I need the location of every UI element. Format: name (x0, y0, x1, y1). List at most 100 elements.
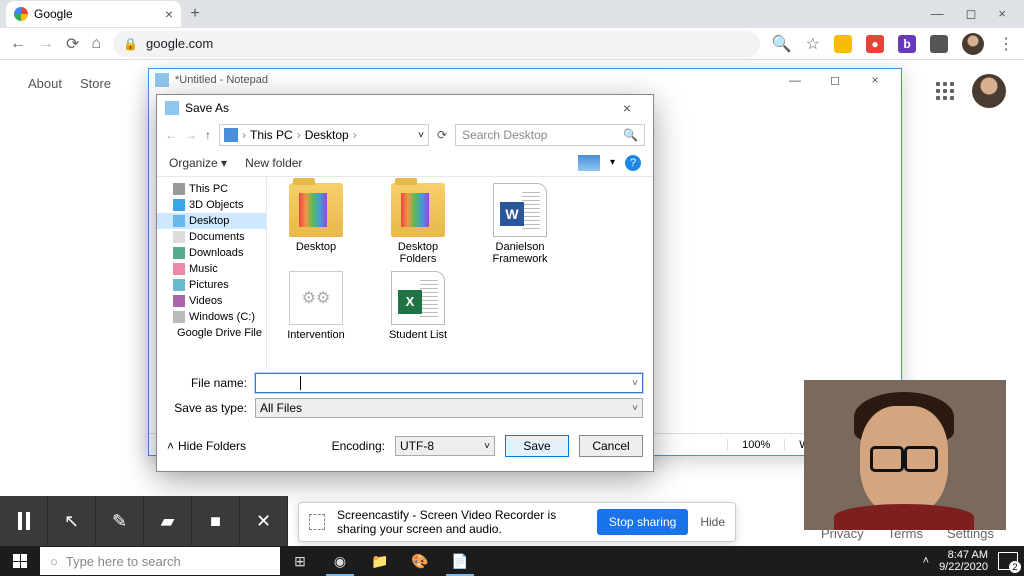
store-link[interactable]: Store (80, 76, 111, 91)
save-as-titlebar[interactable]: Save As × (157, 95, 653, 121)
save-button[interactable]: Save (505, 435, 569, 457)
notepad-titlebar[interactable]: *Untitled - Notepad — ◻ × (149, 69, 901, 91)
screenshare-icon (309, 514, 325, 530)
tray-chevron-icon[interactable]: ˄ (923, 555, 929, 567)
dialog-close-button[interactable]: × (609, 100, 645, 116)
text-cursor-icon (300, 376, 301, 390)
tree-windows-c[interactable]: Windows (C:) (157, 309, 266, 325)
minimize-icon[interactable]: — (931, 6, 944, 22)
screen-share-bar: Screencastify - Screen Video Recorder is… (298, 502, 736, 542)
close-tab-icon[interactable]: × (165, 6, 173, 22)
browser-tab[interactable]: Google × (6, 1, 181, 27)
encoding-select[interactable]: UTF-8˅ (395, 436, 495, 456)
videos-icon (173, 295, 185, 307)
home-button[interactable]: ⌂ (91, 35, 101, 53)
file-item[interactable]: Intervention (277, 271, 355, 341)
eraser-tool-button[interactable]: ▰ (144, 496, 192, 546)
about-link[interactable]: About (28, 76, 62, 91)
webcam-overlay[interactable] (804, 380, 1006, 530)
tree-3d-objects[interactable]: 3D Objects (157, 197, 266, 213)
profile-avatar-icon[interactable] (962, 33, 984, 55)
file-item[interactable]: XStudent List (379, 271, 457, 341)
back-button[interactable]: ← (10, 35, 26, 53)
tree-pictures[interactable]: Pictures (157, 277, 266, 293)
tree-desktop[interactable]: Desktop (157, 213, 266, 229)
tab-title: Google (34, 7, 73, 21)
hide-folders-button[interactable]: ˄Hide Folders (167, 439, 246, 453)
task-view-button[interactable]: ⊞ (280, 546, 320, 576)
extension-icon-3[interactable]: b (898, 35, 916, 53)
file-item[interactable]: Desktop Folders (379, 183, 457, 265)
search-input[interactable]: Search Desktop 🔍 (455, 124, 645, 146)
dropdown-caret-icon[interactable]: ˅ (632, 403, 638, 414)
pause-recording-button[interactable] (0, 496, 48, 546)
zoom-icon[interactable]: 🔍 (772, 34, 792, 54)
downloads-icon (173, 247, 185, 259)
url-input[interactable]: 🔒 google.com (113, 31, 760, 57)
tree-this-pc[interactable]: This PC (157, 181, 266, 197)
extension-icon-4[interactable] (930, 35, 948, 53)
tree-downloads[interactable]: Downloads (157, 245, 266, 261)
file-item[interactable]: Desktop (277, 183, 355, 265)
notepad-icon (155, 73, 169, 87)
tree-documents[interactable]: Documents (157, 229, 266, 245)
close-toolbar-button[interactable]: ✕ (240, 496, 288, 546)
google-apps-icon[interactable] (936, 82, 954, 100)
start-button[interactable] (0, 546, 40, 576)
maximize-icon[interactable]: ◻ (966, 6, 977, 22)
google-account-avatar[interactable] (972, 74, 1006, 108)
forward-button[interactable]: → (38, 35, 54, 53)
paint-taskbar-icon[interactable]: 🎨 (400, 546, 440, 576)
clock[interactable]: 8:47 AM 9/22/2020 (939, 549, 988, 573)
notepad-maximize-button[interactable]: ◻ (815, 69, 855, 91)
documents-icon (173, 231, 185, 243)
pen-tool-button[interactable]: ✎ (96, 496, 144, 546)
file-item[interactable]: WDanielson Framework (481, 183, 559, 265)
close-window-icon[interactable]: × (998, 6, 1006, 22)
tree-videos[interactable]: Videos (157, 293, 266, 309)
chrome-taskbar-icon[interactable]: ◉ (320, 546, 360, 576)
webcam-toggle-button[interactable]: ■ (192, 496, 240, 546)
chrome-menu-icon[interactable]: ⋮ (998, 34, 1014, 54)
help-button[interactable]: ? (625, 155, 641, 171)
new-tab-button[interactable]: + (181, 5, 209, 23)
nav-forward-icon[interactable]: → (185, 128, 197, 142)
new-folder-button[interactable]: New folder (245, 156, 302, 170)
stop-sharing-button[interactable]: Stop sharing (597, 509, 688, 535)
hide-share-bar-button[interactable]: Hide (700, 515, 725, 529)
savetype-select[interactable]: All Files ˅ (255, 398, 643, 418)
reload-button[interactable]: ⟳ (66, 34, 79, 54)
filename-label: File name: (167, 376, 255, 390)
encoding-label: Encoding: (332, 439, 385, 453)
savetype-label: Save as type: (167, 401, 255, 415)
nav-up-icon[interactable]: ↑ (205, 128, 211, 142)
taskbar-search[interactable]: ○ Type here to search (40, 547, 280, 575)
breadcrumb-seg-1[interactable]: This PC (250, 128, 293, 142)
disk-icon (173, 311, 185, 323)
google-favicon-icon (14, 7, 28, 21)
bookmark-star-icon[interactable]: ☆ (806, 34, 820, 54)
dropdown-caret-icon[interactable]: ˅ (632, 378, 638, 389)
refresh-icon[interactable]: ⟳ (437, 128, 447, 142)
notifications-button[interactable] (998, 552, 1018, 570)
breadcrumb-seg-2[interactable]: Desktop (305, 128, 349, 142)
notepad-taskbar-icon[interactable]: 📄 (440, 546, 480, 576)
address-bar: ← → ⟳ ⌂ 🔒 google.com 🔍 ☆ ● b ⋮ (0, 28, 1024, 60)
notepad-close-button[interactable]: × (855, 69, 895, 91)
extension-icon-2[interactable]: ● (866, 35, 884, 53)
tree-music[interactable]: Music (157, 261, 266, 277)
view-mode-button[interactable] (578, 155, 600, 171)
dialog-toolbar: Organize ▾ New folder ▾ ? (157, 149, 653, 177)
file-list[interactable]: Desktop Desktop Folders WDanielson Frame… (267, 177, 653, 369)
notepad-minimize-button[interactable]: — (775, 69, 815, 91)
cursor-tool-button[interactable]: ↖ (48, 496, 96, 546)
cancel-button[interactable]: Cancel (579, 435, 643, 457)
filename-input[interactable]: ˅ (255, 373, 643, 393)
extension-icon-1[interactable] (834, 35, 852, 53)
tree-google-drive[interactable]: Google Drive File (157, 325, 266, 341)
dialog-icon (165, 101, 179, 115)
explorer-taskbar-icon[interactable]: 📁 (360, 546, 400, 576)
nav-back-icon[interactable]: ← (165, 128, 177, 142)
organize-button[interactable]: Organize ▾ (169, 156, 227, 170)
breadcrumb[interactable]: › This PC › Desktop › ˅ (219, 124, 429, 146)
